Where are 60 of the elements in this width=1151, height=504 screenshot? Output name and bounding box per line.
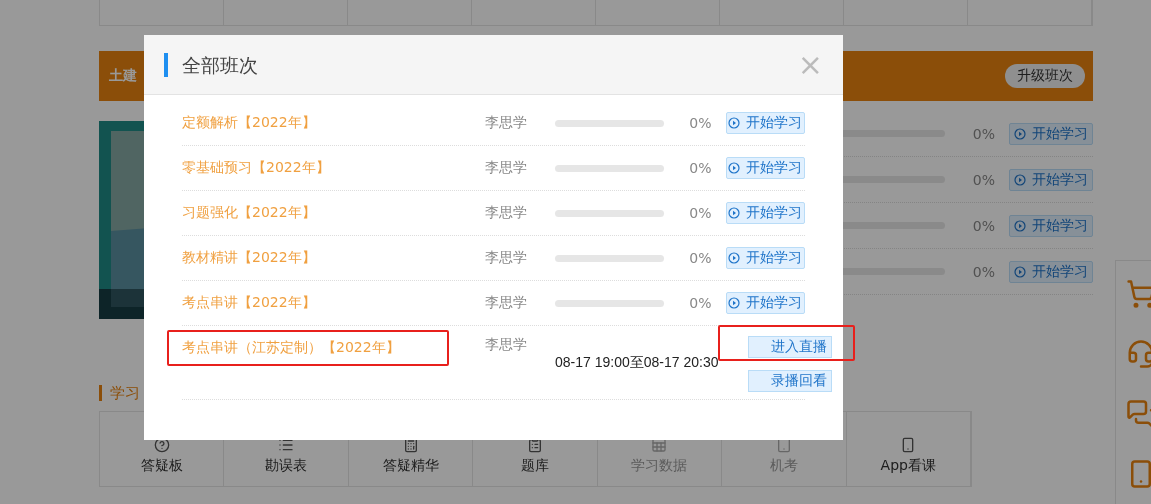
class-name[interactable]: 考点串讲【2022年】 [182, 294, 485, 312]
start-study-button[interactable]: 开始学习 [1009, 260, 1093, 283]
play-icon [1014, 265, 1026, 278]
progress-percent: 0% [971, 125, 995, 142]
progress-percent: 0% [971, 263, 995, 280]
progress-percent: 0% [971, 217, 995, 234]
play-icon [728, 297, 741, 309]
start-study-button[interactable]: 开始学习 [725, 202, 805, 224]
start-study-button[interactable]: 开始学习 [1009, 168, 1093, 191]
tool-icon [278, 437, 295, 453]
tool-tile[interactable]: App看课 [846, 412, 971, 486]
tool-label: 机考 [769, 457, 798, 475]
play-icon [728, 207, 741, 219]
teacher-name: 李思学 [485, 249, 528, 267]
progress-percent: 0% [688, 115, 712, 131]
play-icon [1014, 127, 1026, 140]
upgrade-button[interactable]: 升级班次 [1005, 64, 1085, 88]
tool-icon [402, 437, 419, 453]
chat-icon[interactable] [1126, 399, 1151, 429]
start-study-button[interactable]: 开始学习 [725, 157, 805, 179]
cart-icon[interactable] [1126, 279, 1151, 309]
class-name[interactable]: 习题强化【2022年】 [182, 204, 485, 222]
teacher-name: 李思学 [485, 114, 528, 132]
headset-icon[interactable] [1126, 339, 1151, 369]
teacher-name: 李思学 [485, 336, 528, 354]
tool-icon [153, 437, 170, 453]
start-study-button[interactable]: 开始学习 [725, 112, 805, 134]
tool-label: App看课 [880, 457, 936, 475]
tool-label: 勘误表 [265, 457, 308, 475]
progress-percent: 0% [688, 205, 712, 221]
class-name[interactable]: 考点串讲（江苏定制）【2022年】 [167, 330, 449, 366]
progress-percent: 0% [971, 171, 995, 188]
play-icon [728, 162, 741, 174]
tool-label: 题库 [520, 457, 549, 475]
play-icon [728, 117, 741, 129]
start-study-button[interactable]: 开始学习 [1009, 122, 1093, 145]
class-name[interactable]: 定额解析【2022年】 [182, 114, 485, 132]
play-icon [1014, 173, 1026, 186]
section-title: 学习 [99, 385, 140, 401]
tool-label: 答疑板 [140, 457, 183, 475]
teacher-name: 李思学 [485, 204, 528, 222]
live-time: 08-17 19:00至08-17 20:30 [555, 354, 719, 370]
live-button[interactable]: 进入直播 [748, 336, 833, 358]
live-button[interactable]: 录播回看 [748, 370, 833, 392]
progress-percent: 0% [688, 160, 712, 176]
tool-icon [651, 437, 668, 453]
progress-percent: 0% [688, 250, 712, 266]
progress-percent: 0% [688, 295, 712, 311]
dialog-title: 全部班次 [164, 52, 798, 77]
teacher-name: 李思学 [485, 294, 528, 312]
start-study-button[interactable]: 开始学习 [725, 292, 805, 314]
play-icon [1014, 219, 1026, 232]
start-study-button[interactable]: 开始学习 [1009, 214, 1093, 237]
play-icon [728, 252, 741, 264]
start-study-button[interactable]: 开始学习 [725, 247, 805, 269]
teacher-name: 李思学 [485, 159, 528, 177]
tool-label: 答疑精华 [382, 457, 439, 475]
class-name[interactable]: 教材精讲【2022年】 [182, 249, 485, 267]
banner-title: 土建 [109, 67, 137, 85]
class-name[interactable]: 零基础预习【2022年】 [182, 159, 485, 177]
